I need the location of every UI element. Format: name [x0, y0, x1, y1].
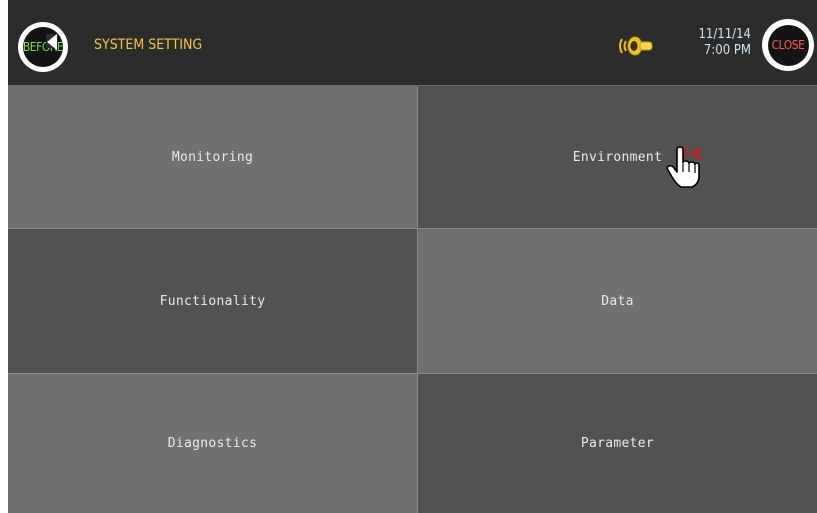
datetime-display: 11/11/14 7:00 PM	[698, 27, 751, 59]
tile-label: Diagnostics	[167, 436, 258, 451]
tile-parameter[interactable]: Parameter	[418, 374, 817, 513]
page-title: SYSTEM SETTING	[94, 37, 203, 53]
tile-functionality[interactable]: Functionality	[8, 229, 418, 374]
hmi-screen: BEFORE SYSTEM SETTING 11/11/14 7:00 PM C…	[8, 0, 817, 513]
header-bar: BEFORE SYSTEM SETTING 11/11/14 7:00 PM C…	[8, 0, 817, 86]
tile-diagnostics[interactable]: Diagnostics	[8, 374, 418, 513]
tile-label: Functionality	[159, 293, 266, 309]
tile-label: Parameter	[580, 436, 655, 451]
back-arrow-icon	[47, 34, 57, 50]
alarm-bell-icon[interactable]	[618, 32, 654, 60]
tile-label: Environment	[572, 149, 663, 165]
close-label: CLOSE	[767, 24, 809, 66]
click-indicator-icon	[677, 147, 703, 161]
tile-label: Monitoring	[171, 149, 254, 165]
tile-label: Data	[601, 293, 634, 309]
close-button[interactable]: CLOSE	[762, 19, 814, 71]
hand-pointer-icon	[666, 146, 700, 188]
menu-grid: Monitoring Environment Functionality Dat…	[8, 86, 817, 513]
tile-environment[interactable]: Environment	[418, 86, 817, 229]
date-text: 11/11/14	[698, 27, 751, 42]
before-button[interactable]: BEFORE	[18, 22, 68, 72]
time-text: 7:00 PM	[703, 43, 751, 58]
tile-data[interactable]: Data	[418, 229, 817, 374]
tile-monitoring[interactable]: Monitoring	[8, 86, 418, 229]
